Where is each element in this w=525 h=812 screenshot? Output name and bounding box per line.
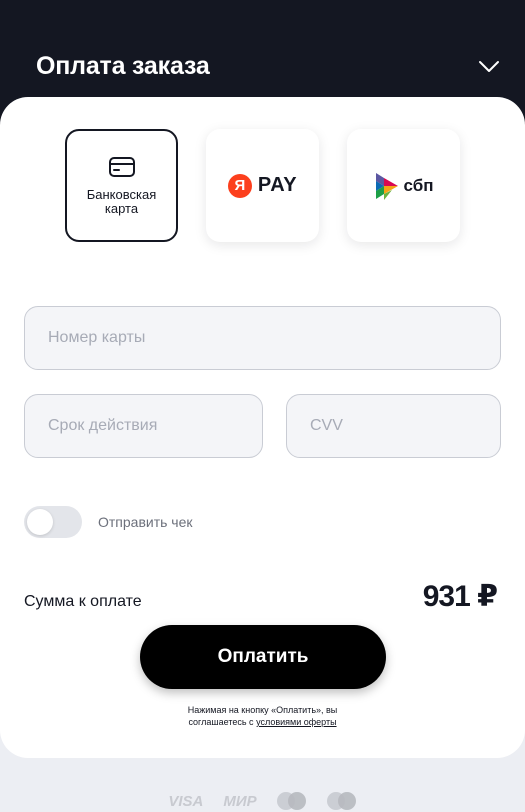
yandex-pay-logo: Я PAY <box>227 173 298 198</box>
page-title: Оплата заказа <box>36 52 210 80</box>
expiry-input[interactable]: Срок действия <box>24 394 263 458</box>
pay-button[interactable]: Оплатить <box>140 625 386 689</box>
terms-notice: Нажимая на кнопку «Оплатить», вы соглаша… <box>160 704 365 728</box>
receipt-toggle[interactable] <box>24 506 82 538</box>
collapse-toggle[interactable] <box>476 56 502 78</box>
method-yandex-pay[interactable]: Я PAY <box>206 129 319 242</box>
mastercard-logo <box>276 792 307 810</box>
sum-value: 931 ₽ <box>422 580 498 613</box>
receipt-toggle-label: Отправить чек <box>98 514 193 530</box>
chevron-down-icon <box>479 61 499 72</box>
sbp-icon <box>375 172 398 200</box>
card-number-input[interactable]: Номер карты <box>24 306 501 370</box>
mir-logo: МИР <box>223 792 257 810</box>
payment-panel: Банковская карта Я PAY сбп Номер карты С… <box>0 97 525 758</box>
footer-payment-logos: VISA МИР <box>0 790 525 812</box>
maestro-logo <box>326 792 357 810</box>
yandex-pay-text: PAY <box>257 174 298 196</box>
yandex-logo-circle: Я <box>227 173 252 198</box>
sbp-logo: сбп <box>374 171 434 201</box>
sum-label: Сумма к оплате <box>24 593 142 610</box>
sbp-text: сбп <box>403 175 434 195</box>
method-bank-card[interactable]: Банковская карта <box>65 129 178 242</box>
credit-card-icon <box>108 156 135 177</box>
method-sbp[interactable]: сбп <box>347 129 460 242</box>
method-bank-card-label: Банковская карта <box>86 186 157 216</box>
visa-logo: VISA <box>168 792 204 810</box>
cvv-input[interactable]: CVV <box>286 394 501 458</box>
terms-link[interactable]: условиями оферты <box>256 717 336 727</box>
toggle-knob <box>27 509 53 535</box>
